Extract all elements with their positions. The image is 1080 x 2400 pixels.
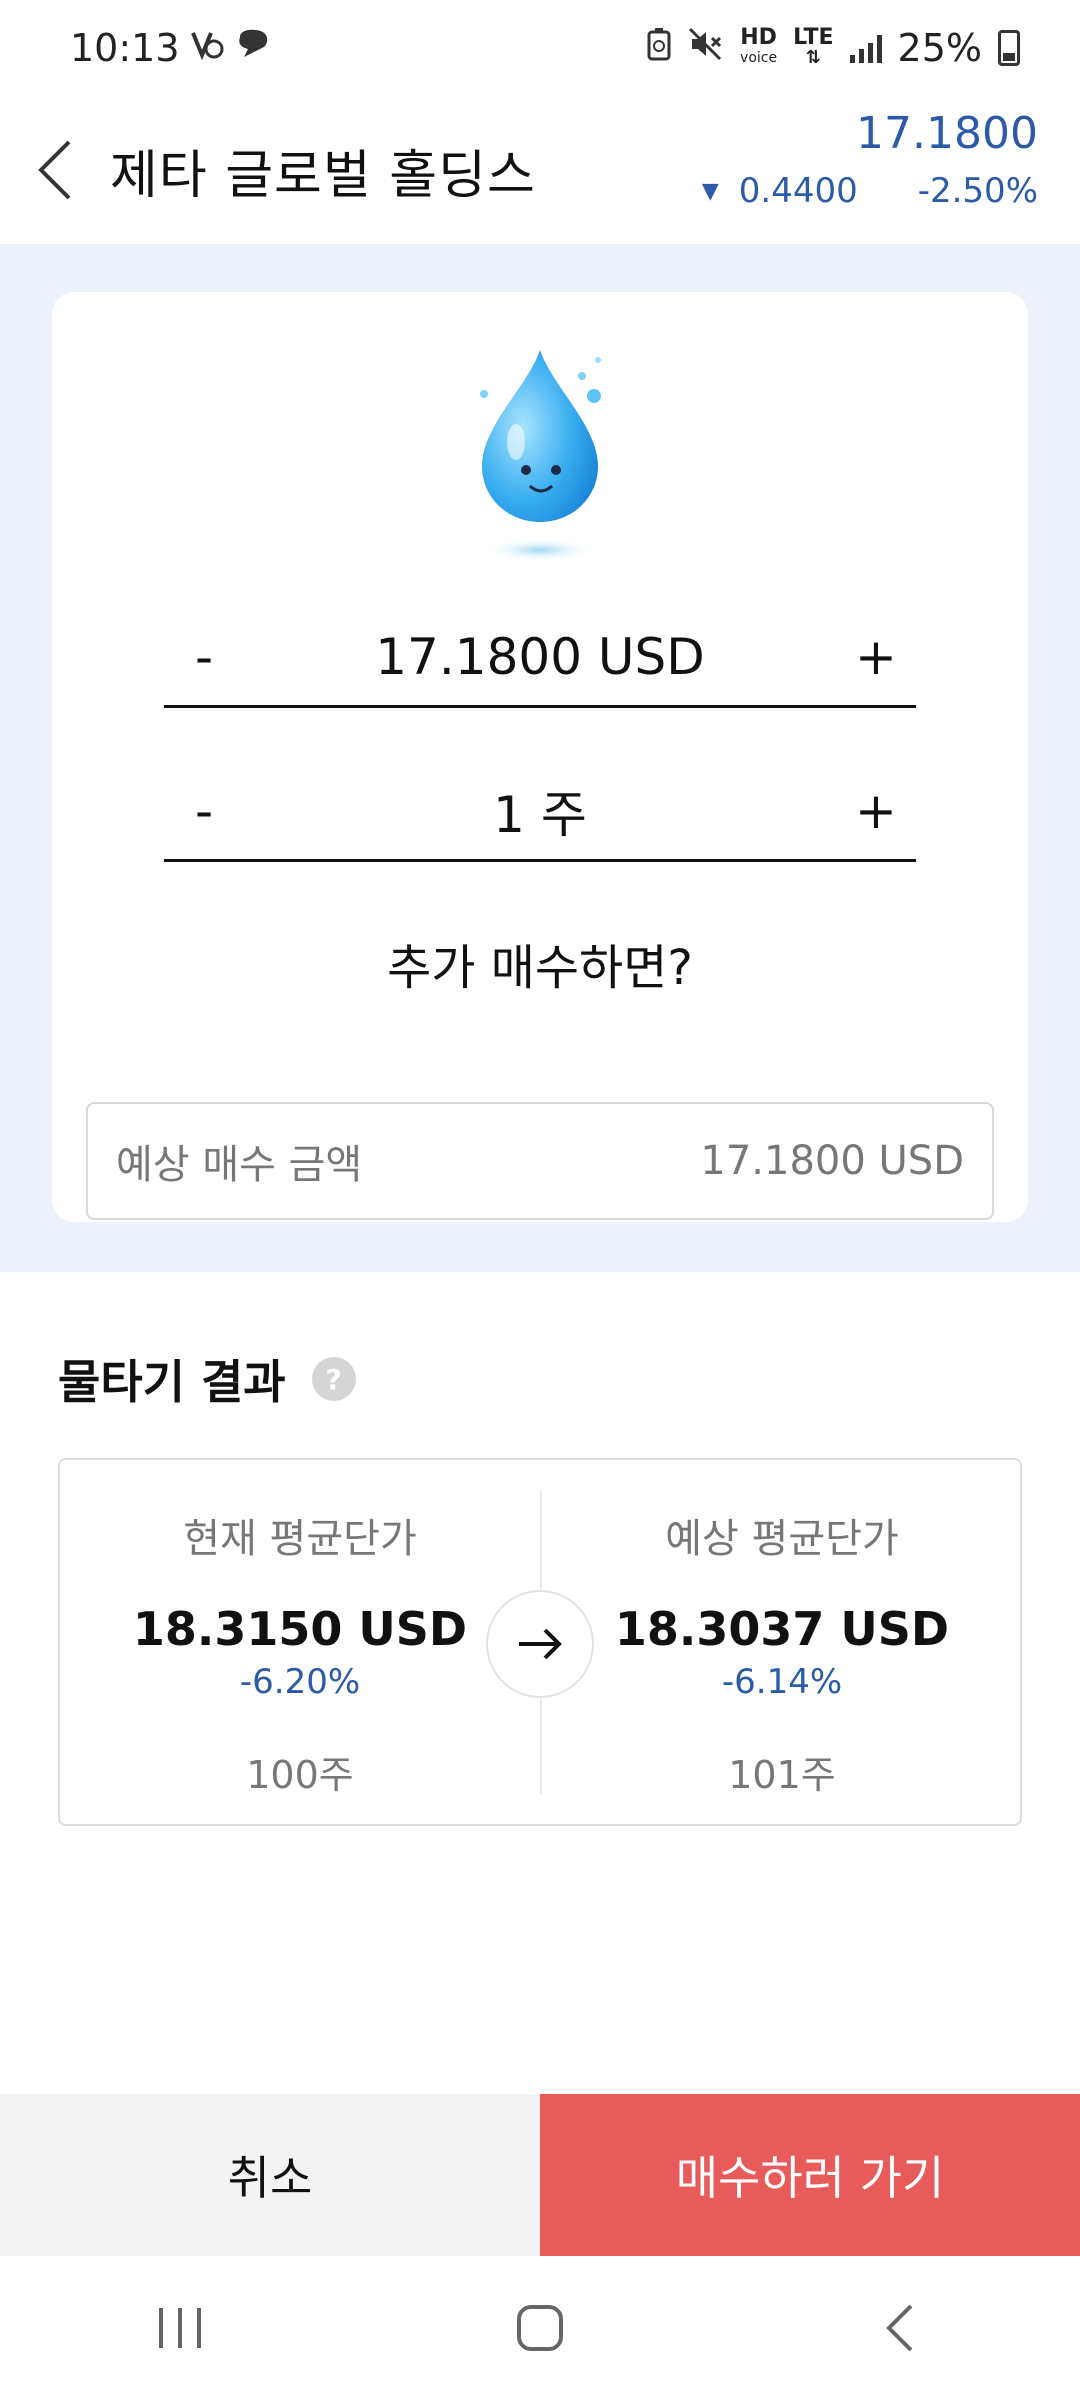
result-title-text: 물타기 결과 [58,1355,286,1409]
header: 제타 글로벌 홀딩스 17.1800 ▼ 0.4400 -2.50% [0,96,1080,244]
current-average-column: 현재 평균단가 18.3150 USD -6.20% 100주 [60,1460,540,1824]
status-time: 10:13 [70,26,180,70]
help-icon[interactable]: ? [311,1357,356,1401]
quantity-input[interactable]: 1 주 [493,775,587,847]
battery-percent: 25% [897,26,982,70]
calculator-card: - 17.1800 USD + - 1 주 + 추가 매수하면? 예상 매수 금… [52,292,1028,1222]
expected-return-percent: -6.14% [721,1662,843,1702]
additional-buy-question: 추가 매수하면? [387,940,693,996]
result-section-title: 물타기 결과 ? [58,1346,356,1412]
battery-icon [998,30,1020,66]
current-average-price: 18.3150 USD [132,1602,468,1656]
hd-label: HD [740,25,777,50]
price-increase-button[interactable]: + [836,617,916,697]
result-box: 현재 평균단가 18.3150 USD -6.20% 100주 예상 평균단가 … [58,1458,1022,1826]
page-title: 제타 글로벌 홀딩스 [110,145,536,206]
price-input[interactable]: 17.1800 USD [375,628,705,686]
expected-shares: 101주 [728,1753,836,1797]
volte-icon [190,26,224,70]
current-price: 17.1800 [856,108,1038,159]
current-average-label: 현재 평균단가 [183,1516,417,1562]
lte-icon: LTE ⇅ [793,25,834,68]
hd-voice-icon: HD voice [740,25,778,68]
current-shares: 100주 [246,1753,354,1797]
expected-average-price: 18.3037 USD [614,1602,950,1656]
battery-saver-icon [646,26,672,70]
home-button[interactable] [480,2278,600,2378]
arrow-right-icon [486,1590,594,1698]
chevron-left-icon [38,140,71,200]
chat-bubble-icon [234,26,274,70]
quantity-decrease-button[interactable]: - [164,771,244,851]
down-triangle-icon: ▼ [701,178,719,204]
back-icon [886,2304,913,2352]
recents-button[interactable] [120,2278,240,2378]
estimated-amount-field: 예상 매수 금액 17.1800 USD [86,1102,994,1220]
estimated-amount-value: 17.1800 USD [700,1138,964,1184]
cancel-button[interactable]: 취소 [0,2094,540,2256]
expected-average-column: 예상 평균단가 18.3037 USD -6.14% 101주 [542,1460,1022,1824]
price-decrease-button[interactable]: - [164,617,244,697]
quantity-increase-button[interactable]: + [836,771,916,851]
recents-icon [159,2308,201,2348]
status-bar: 10:13 HD voice LTE ⇅ 25% [0,0,1080,96]
price-change: 0.4400 [738,171,858,211]
price-change-percent: -2.50% [917,171,1038,211]
system-navigation-bar [0,2256,1080,2400]
quote-summary: 17.1800 ▼ 0.4400 -2.50% [702,108,1038,211]
water-drop-mascot-icon [480,350,601,562]
expected-average-label: 예상 평균단가 [665,1516,899,1562]
home-icon [517,2305,563,2351]
go-to-buy-button[interactable]: 매수하러 가기 [540,2094,1080,2256]
system-back-button[interactable] [840,2278,960,2378]
estimated-amount-label: 예상 매수 금액 [116,1142,363,1188]
price-stepper: - 17.1800 USD + [164,608,916,708]
quantity-stepper: - 1 주 + [164,762,916,862]
calculator-section: - 17.1800 USD + - 1 주 + 추가 매수하면? 예상 매수 금… [0,244,1080,1272]
signal-icon [849,33,882,63]
mute-icon [688,26,724,70]
current-return-percent: -6.20% [239,1662,361,1702]
bottom-action-bar: 취소 매수하러 가기 [0,2094,1080,2256]
back-button[interactable] [0,96,110,244]
voice-label: voice [740,50,778,66]
lte-label: LTE [793,25,834,50]
